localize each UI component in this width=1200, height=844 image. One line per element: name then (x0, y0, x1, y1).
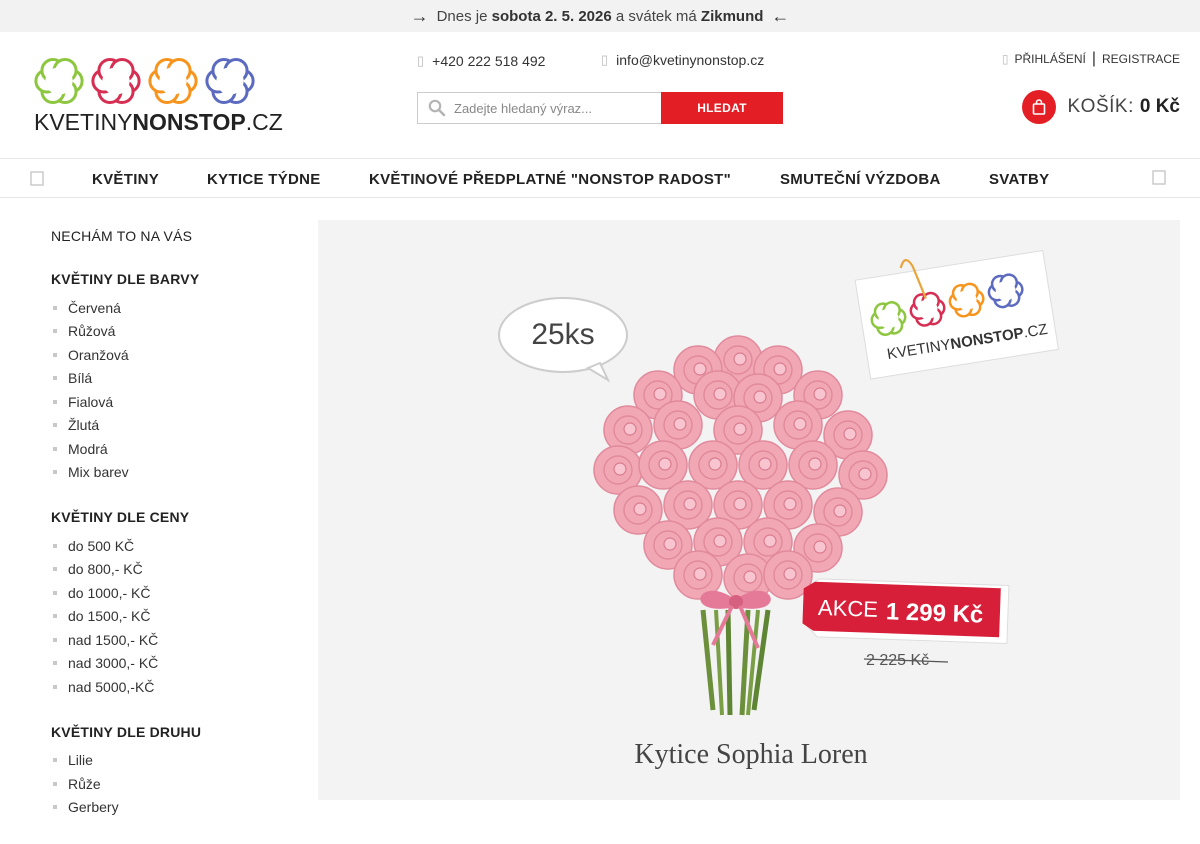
sale-price-tag: AKCE 1 299 Kč (802, 578, 1010, 644)
sidebar-item[interactable]: Červená (51, 296, 291, 320)
count-bubble: 25ks (498, 297, 628, 383)
sidebar-item[interactable]: Fialová (51, 390, 291, 414)
phone-number: +420 222 518 492 (432, 53, 546, 69)
calendar-icon[interactable] (1152, 169, 1166, 185)
logo-hang-tag: KVETINYNONSTOP.CZ (854, 249, 1059, 380)
sidebar-item[interactable]: Modrá (51, 437, 291, 461)
sidebar-item[interactable]: do 800,- KČ (51, 558, 291, 582)
main-navigation: KVĚTINY KYTICE TÝDNE KVĚTINOVÉ PŘEDPLATN… (0, 158, 1200, 198)
sidebar-item[interactable]: nad 3000,- KČ (51, 652, 291, 676)
color-list: Červená Růžová Oranžová Bílá Fialová Žlu… (51, 296, 291, 484)
login-link[interactable]: PŘIHLÁŠENÍ (1014, 52, 1085, 66)
sidebar-item[interactable]: Bílá (51, 367, 291, 391)
nav-item-smutecni-vyzdoba[interactable]: SMUTEČNÍ VÝZDOBA (780, 171, 941, 188)
sidebar-item[interactable]: nad 1500,- KČ (51, 628, 291, 652)
current-date: sobota 2. 5. 2026 (491, 7, 612, 25)
name-day-name: Zikmund (700, 7, 764, 25)
search-input[interactable] (454, 100, 644, 116)
bouquet-stems (700, 609, 771, 716)
site-logo[interactable]: KVETINYNONSTOP.CZ (34, 56, 283, 135)
nav-item-kvetiny[interactable]: KVĚTINY (92, 171, 159, 188)
search-field[interactable] (417, 92, 661, 124)
product-name: Kytice Sophia Loren (634, 739, 867, 770)
account-links: ▯ PŘIHLÁŠENÍ | REGISTRACE (1002, 50, 1180, 68)
cart-total: 0 Kč (1139, 96, 1180, 117)
sidebar-item[interactable]: Mix barev (51, 461, 291, 485)
nav-item-svatby[interactable]: SVATBY (989, 171, 1049, 188)
cart-label: KOŠÍK: (1067, 96, 1134, 117)
type-list: Lilie Růže Gerbery (51, 749, 291, 820)
date-prefix: Dnes je (436, 7, 488, 25)
sidebar-heading-druhu[interactable]: KVĚTINY DLE DRUHU (51, 724, 291, 740)
cart-summary[interactable]: KOŠÍK: 0 Kč (1021, 90, 1180, 124)
name-day-text: a svátek má (615, 7, 697, 25)
sidebar-item[interactable]: Žlutá (51, 414, 291, 438)
old-price: 2 225 Kč (863, 652, 949, 669)
logo-wordmark: KVETINYNONSTOP.CZ (34, 109, 283, 135)
shopping-bag-icon (1021, 90, 1056, 124)
logo-flowers-icon (34, 58, 255, 104)
nav-item-predplatne[interactable]: KVĚTINOVÉ PŘEDPLATNÉ "NONSTOP RADOST" (369, 171, 731, 188)
date-notice-bar: → Dnes je sobota 2. 5. 2026 a svátek má … (0, 0, 1200, 32)
sidebar-item[interactable]: Růže (51, 772, 291, 796)
svg-text:25ks: 25ks (531, 318, 594, 351)
svg-text:AKCE: AKCE (818, 595, 879, 622)
home-icon[interactable] (30, 170, 44, 186)
price-list: do 500 KČ do 800,- KČ do 1000,- KČ do 15… (51, 534, 291, 699)
search-icon (428, 99, 446, 117)
phone-icon: ▯ (417, 53, 425, 68)
sidebar-link-necham-to-na-vas[interactable]: NECHÁM TO NA VÁS (51, 228, 291, 244)
sidebar-item[interactable]: nad 5000,-KČ (51, 675, 291, 699)
sidebar-item[interactable]: Gerbery (51, 796, 291, 820)
sidebar-item[interactable]: Lilie (51, 749, 291, 773)
user-icon: ▯ (1001, 52, 1009, 66)
envelope-icon: ▯ (601, 52, 609, 67)
search-button[interactable]: HLEDAT (661, 92, 783, 124)
sidebar-item[interactable]: do 1500,- KČ (51, 605, 291, 629)
nav-item-kytice-tydne[interactable]: KYTICE TÝDNE (207, 171, 321, 188)
ribbon-bow (700, 590, 771, 649)
search-form: HLEDAT (417, 92, 783, 124)
category-sidebar: NECHÁM TO NA VÁS KVĚTINY DLE BARVY Červe… (51, 228, 291, 844)
sidebar-heading-ceny[interactable]: KVĚTINY DLE CENY (51, 509, 291, 525)
sidebar-item[interactable]: do 1000,- KČ (51, 581, 291, 605)
sidebar-item[interactable]: do 500 KČ (51, 534, 291, 558)
phone-contact[interactable]: ▯ +420 222 518 492 (417, 53, 545, 69)
email-address: info@kvetinynonstop.cz (616, 52, 765, 68)
sidebar-item[interactable]: Růžová (51, 320, 291, 344)
rose-bouquet (593, 335, 888, 603)
sidebar-heading-barvy[interactable]: KVĚTINY DLE BARVY (51, 271, 291, 287)
arrow-left-icon: ← (771, 5, 790, 26)
banner-artwork: 25ks KVETINYNONSTOP.CZ AKCE 1 299 Kč 2 2… (498, 249, 1059, 770)
svg-text:1 299 Kč: 1 299 Kč (885, 598, 983, 628)
email-contact[interactable]: ▯ info@kvetinynonstop.cz (601, 52, 764, 68)
promo-banner[interactable]: 25ks KVETINYNONSTOP.CZ AKCE 1 299 Kč 2 2… (318, 220, 1180, 800)
arrow-right-icon: → (410, 5, 429, 26)
sidebar-item[interactable]: Oranžová (51, 343, 291, 367)
account-separator: | (1091, 50, 1096, 67)
register-link[interactable]: REGISTRACE (1102, 52, 1180, 66)
